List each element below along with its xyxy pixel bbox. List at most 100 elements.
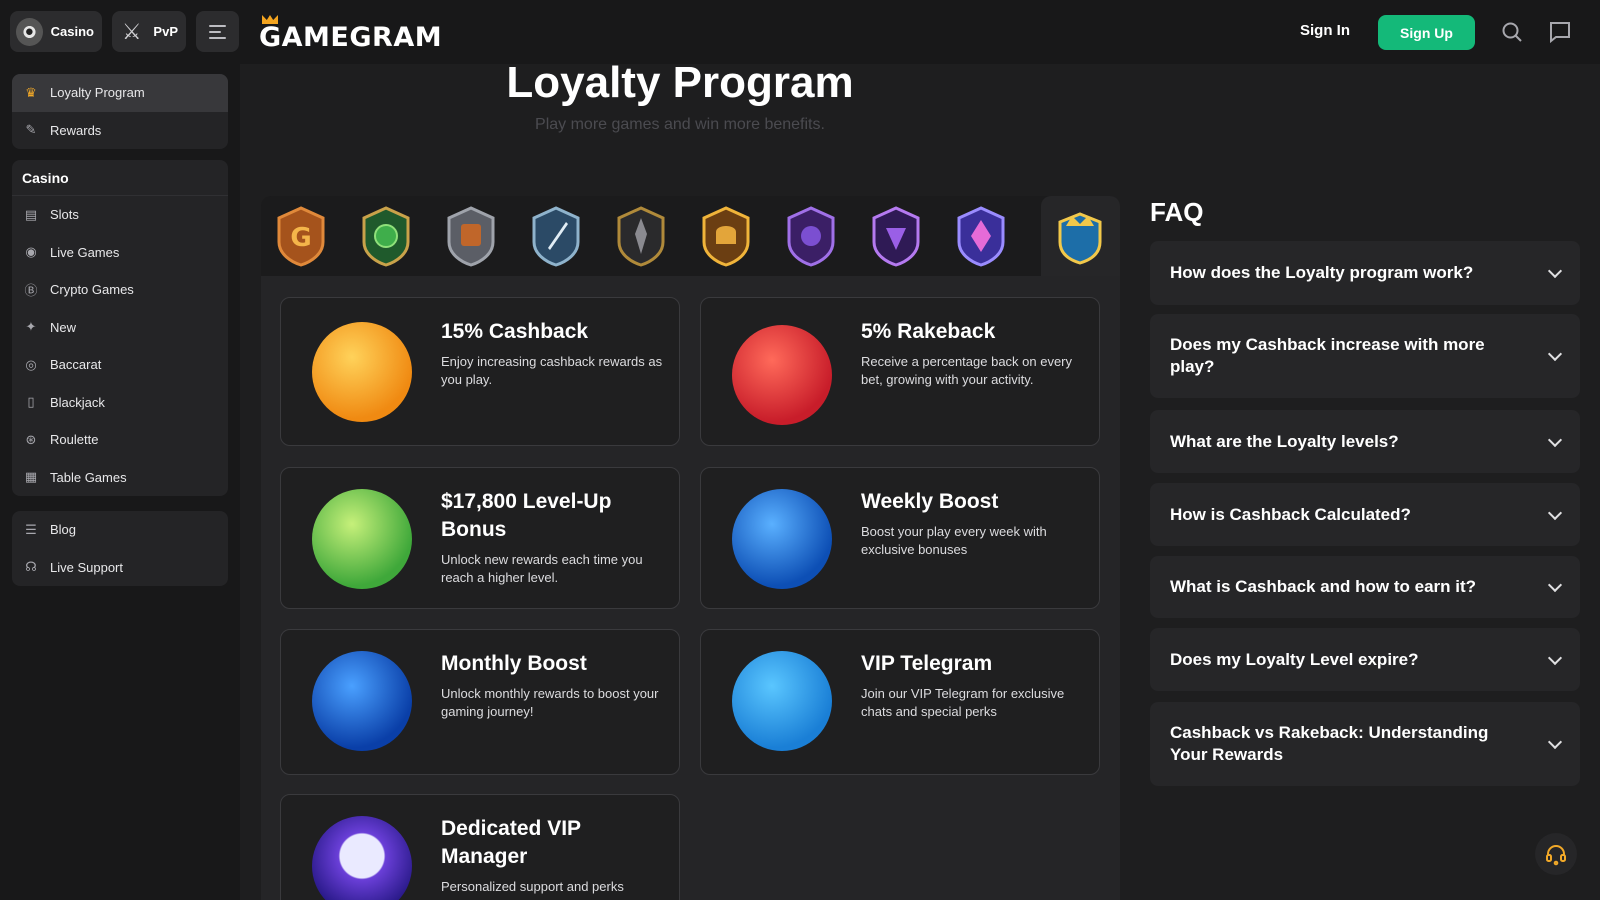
tier-badge-bronze-g[interactable]: G bbox=[273, 204, 329, 268]
level-up-bonus-icon bbox=[312, 489, 412, 589]
bronze-g-badge-icon: G bbox=[277, 206, 325, 267]
sidebar: ♛ Loyalty Program ✎ Rewards Casino ▤ Slo… bbox=[0, 64, 240, 900]
pvp-mode-button[interactable]: ⚔ PvP bbox=[112, 11, 186, 52]
benefit-title: 15% Cashback bbox=[441, 320, 589, 343]
chevron-down-icon bbox=[1547, 263, 1563, 279]
faq-item[interactable]: Does my Loyalty Level expire? bbox=[1150, 628, 1580, 691]
benefit-card-level-up-bonus: $17,800 Level-Up Bonus Unlock new reward… bbox=[280, 467, 680, 609]
crown-badge-icon bbox=[1058, 212, 1102, 265]
faq-item[interactable]: How does the Loyalty program work? bbox=[1150, 241, 1580, 305]
sidebar-item-label: Baccarat bbox=[50, 357, 102, 373]
sidebar-item-label: Rewards bbox=[50, 122, 102, 138]
sidebar-group-loyalty: ♛ Loyalty Program ✎ Rewards bbox=[12, 74, 228, 149]
monthly-boost-icon bbox=[312, 651, 412, 751]
sign-up-button[interactable]: Sign Up bbox=[1378, 15, 1475, 50]
casino-mode-label: Casino bbox=[50, 24, 94, 39]
loyalty-tier-tabs: G bbox=[261, 196, 1120, 276]
tier-badge-green-gem[interactable] bbox=[358, 204, 414, 268]
faq-item[interactable]: Does my Cashback increase with more play… bbox=[1150, 314, 1580, 398]
sidebar-item-live-support[interactable]: ☊ Live Support bbox=[12, 549, 228, 587]
chevron-down-icon bbox=[1547, 432, 1563, 447]
faq-item[interactable]: Cashback vs Rakeback: Understanding Your… bbox=[1150, 702, 1580, 786]
sidebar-item-label: Table Games bbox=[50, 469, 127, 485]
sidebar-item-loyalty-program[interactable]: ♛ Loyalty Program bbox=[12, 74, 228, 112]
sidebar-item-label: Live Games bbox=[50, 244, 120, 260]
sidebar-item-crypto-games[interactable]: Ⓑ Crypto Games bbox=[12, 271, 228, 309]
sidebar-item-table-games[interactable]: ▦ Table Games bbox=[12, 459, 228, 497]
sidebar-group-other: ☰ Blog ☊ Live Support bbox=[12, 511, 228, 586]
sidebar-item-live-games[interactable]: ◉ Live Games bbox=[12, 234, 228, 272]
search-icon[interactable] bbox=[1500, 20, 1524, 44]
faq-question: How does the Loyalty program work? bbox=[1170, 263, 1474, 282]
green-gem-badge-icon bbox=[362, 206, 410, 267]
sign-in-link[interactable]: Sign In bbox=[1300, 22, 1350, 39]
benefit-desc: Boost your play every week with exclusiv… bbox=[861, 524, 1047, 557]
tier-badge-copper-shield[interactable] bbox=[443, 204, 499, 268]
cashback-icon bbox=[312, 322, 412, 422]
tier-badge-silver-sword[interactable] bbox=[528, 204, 584, 268]
logo[interactable]: GAMEGRAM bbox=[259, 22, 442, 53]
benefit-desc: Join our VIP Telegram for exclusive chat… bbox=[861, 686, 1065, 719]
faq-item[interactable]: How is Cashback Calculated? bbox=[1150, 483, 1580, 546]
tier-badge-violet-dragon[interactable] bbox=[868, 204, 924, 268]
sidebar-item-slots[interactable]: ▤ Slots bbox=[12, 196, 228, 234]
chevron-down-icon bbox=[1547, 346, 1563, 362]
benefit-title: Dedicated VIP Manager bbox=[441, 817, 581, 868]
gold-helmet-badge-icon bbox=[702, 206, 750, 267]
rewards-icon: ✎ bbox=[25, 122, 37, 138]
chevron-down-icon bbox=[1547, 734, 1563, 750]
faq-question: What are the Loyalty levels? bbox=[1170, 431, 1399, 451]
sidebar-item-label: Roulette bbox=[50, 432, 99, 448]
sidebar-item-baccarat[interactable]: ◎ Baccarat bbox=[12, 346, 228, 384]
page-subtitle: Play more games and win more benefits. bbox=[535, 116, 825, 133]
sidebar-item-blackjack[interactable]: ▯ Blackjack bbox=[12, 384, 228, 422]
faq-question: Does my Cashback increase with more play… bbox=[1170, 335, 1485, 376]
menu-icon-line bbox=[209, 24, 226, 27]
sidebar-item-label: New bbox=[50, 319, 77, 335]
table-games-icon: ▦ bbox=[24, 469, 38, 485]
sidebar-item-rewards[interactable]: ✎ Rewards bbox=[12, 112, 228, 150]
faq-question: Cashback vs Rakeback: Understanding Your… bbox=[1170, 723, 1489, 764]
casino-mode-button[interactable]: ● Casino bbox=[10, 11, 102, 52]
benefit-desc: Enjoy increasing cashback rewards as you… bbox=[441, 354, 663, 387]
baccarat-icon: ◎ bbox=[25, 356, 37, 372]
blackjack-icon: ▯ bbox=[27, 394, 35, 410]
slots-icon: ▤ bbox=[24, 206, 38, 222]
faq-item[interactable]: What are the Loyalty levels? bbox=[1150, 410, 1580, 473]
benefit-card-vip-telegram: VIP Telegram Join our VIP Telegram for e… bbox=[700, 629, 1100, 775]
menu-toggle-button[interactable] bbox=[196, 11, 239, 52]
sidebar-item-blog[interactable]: ☰ Blog bbox=[12, 511, 228, 549]
faq-title: FAQ bbox=[1150, 197, 1204, 227]
crystal-badge-icon bbox=[957, 206, 1005, 267]
sidebar-item-label: Slots bbox=[50, 207, 79, 223]
tier-badge-crown[interactable] bbox=[1052, 204, 1108, 268]
sidebar-item-label: Crypto Games bbox=[50, 282, 134, 298]
sidebar-item-new[interactable]: ✦ New bbox=[12, 309, 228, 347]
chat-icon[interactable] bbox=[1548, 20, 1572, 44]
rakeback-icon bbox=[732, 325, 832, 425]
casino-chip-icon: ● bbox=[16, 17, 43, 46]
benefit-desc: Unlock monthly rewards to boost your gam… bbox=[441, 686, 659, 719]
benefit-card-vip-manager: Dedicated VIP Manager Personalized suppo… bbox=[280, 794, 680, 900]
tier-badge-gold-helmet[interactable] bbox=[698, 204, 754, 268]
telegram-icon bbox=[732, 651, 832, 751]
sidebar-item-label: Blackjack bbox=[50, 394, 105, 410]
faq-item[interactable]: What is Cashback and how to earn it? bbox=[1150, 556, 1580, 618]
sidebar-item-label: Blog bbox=[50, 522, 77, 538]
crown-icon: ♛ bbox=[25, 84, 37, 100]
copper-shield-badge-icon bbox=[447, 206, 495, 267]
vip-manager-icon bbox=[312, 816, 412, 900]
live-games-icon: ◉ bbox=[25, 244, 37, 260]
sidebar-item-roulette[interactable]: ⊛ Roulette bbox=[12, 421, 228, 459]
tier-badge-crystal[interactable] bbox=[953, 204, 1009, 268]
tier-badge-dark-steel[interactable] bbox=[613, 204, 669, 268]
silver-sword-badge-icon bbox=[532, 206, 580, 267]
menu-icon-line bbox=[209, 36, 226, 39]
benefit-title: 5% Rakeback bbox=[861, 320, 996, 343]
benefit-title: Weekly Boost bbox=[861, 490, 999, 513]
dark-steel-badge-icon bbox=[617, 206, 665, 267]
menu-icon-line bbox=[209, 30, 221, 33]
tier-badge-purple-dragon[interactable] bbox=[783, 204, 839, 268]
sidebar-item-label: Loyalty Program bbox=[50, 85, 145, 101]
live-support-button[interactable] bbox=[1535, 833, 1577, 875]
